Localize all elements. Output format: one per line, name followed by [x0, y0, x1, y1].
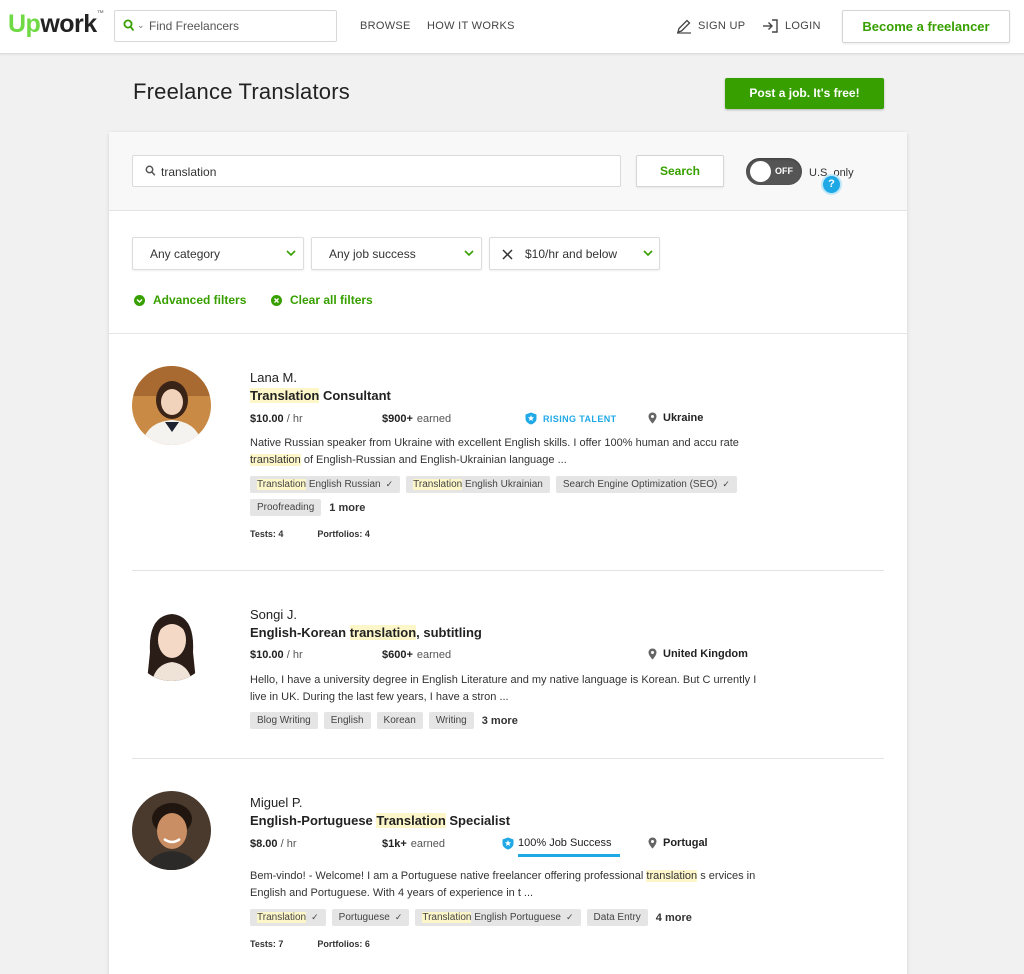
- results-panel: Search OFF U.S. only ? Any category Any …: [109, 132, 907, 974]
- shield-star-icon: [502, 837, 514, 849]
- skill-tag[interactable]: Search Engine Optimization (SEO) ✓: [555, 476, 737, 493]
- toggle-knob: [750, 161, 771, 182]
- avatar[interactable]: [132, 791, 211, 870]
- skill-tags: Translation English Russian ✓ Translation…: [250, 476, 810, 516]
- help-icon[interactable]: ?: [821, 174, 842, 195]
- nav-how-it-works-link[interactable]: HOW IT WORKS: [427, 20, 515, 32]
- skill-tag[interactable]: Blog Writing: [250, 712, 318, 729]
- freelancer-stats: Tests: 4 Portfolios: 4: [250, 529, 370, 539]
- chevron-down-icon: [286, 250, 296, 257]
- freelancer-title: English-Korean translation, subtitling: [250, 625, 482, 640]
- freelancer-stats: Tests: 7 Portfolios: 6: [250, 939, 370, 949]
- pencil-icon: [677, 19, 691, 34]
- freelancer-location: United Kingdom: [648, 648, 748, 660]
- freelancer-name[interactable]: Songi J.: [250, 607, 297, 622]
- main-search-input[interactable]: [161, 162, 601, 182]
- freelancer-card[interactable]: Lana M. Translation Consultant $10.00 / …: [132, 334, 884, 571]
- skill-tag[interactable]: Korean: [376, 712, 423, 729]
- freelancer-title: English-Portuguese Translation Specialis…: [250, 813, 511, 828]
- skill-tag[interactable]: Proofreading: [250, 499, 322, 516]
- expand-circle-icon: [134, 294, 145, 306]
- skill-tag[interactable]: Portuguese ✓: [331, 909, 410, 926]
- hourly-rate: $8.00 / hr: [250, 838, 297, 850]
- location-pin-icon: [648, 648, 657, 660]
- upwork-logo[interactable]: Upwork™: [8, 10, 104, 39]
- become-freelancer-button[interactable]: Become a freelancer: [842, 10, 1010, 43]
- freelancer-title: Translation Consultant: [250, 388, 391, 403]
- avatar[interactable]: [132, 602, 211, 681]
- category-dropdown-label: Any category: [150, 247, 221, 261]
- freelancer-search-box[interactable]: ⌄: [114, 10, 337, 42]
- verified-check-icon: ✓: [565, 912, 574, 922]
- chevron-down-icon: [643, 250, 653, 257]
- us-only-toggle[interactable]: OFF: [746, 158, 802, 185]
- category-dropdown[interactable]: Any category: [132, 237, 304, 270]
- freelancer-location: Ukraine: [648, 412, 703, 424]
- skill-tag[interactable]: Translation ✓: [250, 909, 326, 926]
- freelancer-description: Native Russian speaker from Ukraine with…: [250, 437, 739, 466]
- job-success-bar: [518, 854, 620, 857]
- more-skills-link[interactable]: 3 more: [482, 715, 518, 727]
- search-icon: [145, 165, 156, 176]
- freelancer-name[interactable]: Miguel P.: [250, 795, 303, 810]
- shield-star-icon: [525, 412, 537, 425]
- freelancer-card[interactable]: Songi J. English-Korean translation, sub…: [132, 571, 884, 759]
- login-link[interactable]: LOGIN: [762, 16, 821, 36]
- skill-tag[interactable]: Data Entry: [586, 909, 648, 926]
- skill-tag[interactable]: Translation English Russian ✓: [250, 476, 401, 493]
- verified-check-icon: ✓: [385, 479, 394, 489]
- location-pin-icon: [648, 837, 657, 849]
- job-success-dropdown[interactable]: Any job success: [311, 237, 482, 270]
- freelancer-card[interactable]: Miguel P. English-Portuguese Translation…: [132, 759, 884, 974]
- hourly-rate-dropdown-label: $10/hr and below: [525, 247, 618, 261]
- more-skills-link[interactable]: 4 more: [656, 912, 692, 924]
- verified-check-icon: ✓: [394, 912, 403, 922]
- skill-tags: Blog Writing English Korean Writing 3 mo…: [250, 712, 810, 729]
- search-icon: [123, 19, 135, 32]
- login-arrow-icon: [763, 19, 778, 33]
- skill-tags: Translation ✓ Portuguese ✓ Translation Eng…: [250, 909, 810, 926]
- earnings: $600+ earned: [382, 649, 452, 661]
- verified-check-icon: ✓: [722, 479, 730, 489]
- top-navigation-bar: Upwork™ ⌄ BROWSE HOW IT WORKS SIGN UP LO…: [0, 0, 1024, 54]
- more-skills-link[interactable]: 1 more: [329, 502, 365, 514]
- hourly-rate: $10.00 / hr: [250, 649, 303, 661]
- advanced-filters-link[interactable]: Advanced filters: [134, 293, 246, 307]
- job-success-badge: 100% Job Success: [502, 833, 620, 857]
- remove-filter-icon[interactable]: [502, 249, 513, 260]
- skill-tag[interactable]: Translation English Portuguese ✓: [415, 909, 581, 926]
- sign-up-link[interactable]: SIGN UP: [676, 16, 745, 36]
- job-success-dropdown-label: Any job success: [329, 247, 416, 261]
- freelancer-location: Portugal: [648, 837, 708, 849]
- search-button[interactable]: Search: [636, 155, 724, 187]
- skill-tag[interactable]: English: [323, 712, 371, 729]
- freelancer-description: Hello, I have a university degree in Eng…: [250, 674, 757, 703]
- freelancer-description: Bem-vindo! - Welcome! I am a Portuguese …: [250, 870, 756, 899]
- freelancer-search-input[interactable]: [149, 16, 329, 36]
- filters-area: Any category Any job success $10/hr and …: [109, 211, 907, 334]
- earnings: $900+ earned: [382, 413, 452, 425]
- chevron-down-icon[interactable]: ⌄: [137, 20, 145, 31]
- earnings: $1k+ earned: [382, 838, 446, 850]
- hourly-rate-dropdown[interactable]: $10/hr and below: [489, 237, 660, 270]
- nav-browse-link[interactable]: BROWSE: [360, 20, 411, 32]
- skill-tag[interactable]: Translation English Ukrainian: [406, 476, 550, 493]
- post-job-button[interactable]: Post a job. It's free!: [725, 78, 884, 109]
- location-pin-icon: [648, 412, 657, 424]
- chevron-down-icon: [464, 250, 474, 257]
- main-search-box[interactable]: [132, 155, 621, 187]
- search-area: Search OFF U.S. only ?: [109, 132, 907, 211]
- clear-circle-icon: [271, 294, 282, 306]
- hourly-rate: $10.00 / hr: [250, 413, 303, 425]
- verified-check-icon: ✓: [311, 912, 319, 922]
- clear-all-filters-link[interactable]: Clear all filters: [271, 293, 373, 307]
- page-title: Freelance Translators: [133, 79, 350, 104]
- skill-tag[interactable]: Writing: [428, 712, 474, 729]
- avatar[interactable]: [132, 366, 211, 445]
- toggle-state-label: OFF: [775, 166, 793, 176]
- rising-talent-badge: RISING TALENT: [525, 412, 617, 425]
- freelancer-name[interactable]: Lana M.: [250, 370, 297, 385]
